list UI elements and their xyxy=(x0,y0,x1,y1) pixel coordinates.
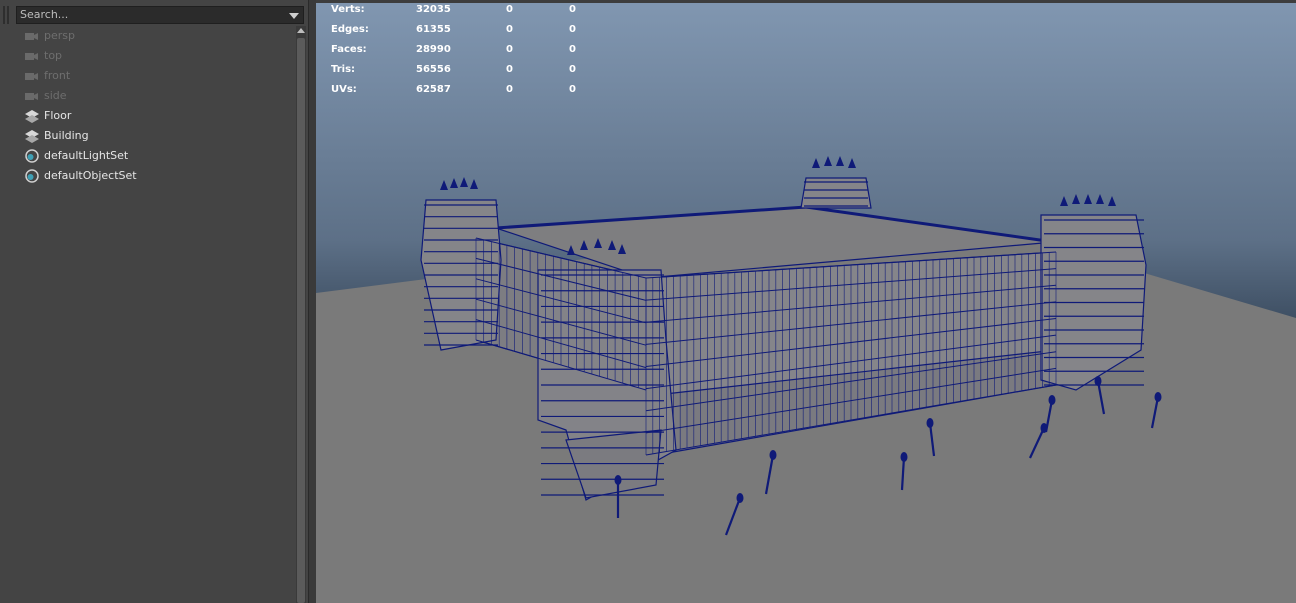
outliner-item-front[interactable]: front xyxy=(0,66,296,86)
mesh-transform-icon xyxy=(25,110,39,123)
3d-viewport[interactable]: Verts: 32035 0 0 Edges: 61355 0 0 Faces:… xyxy=(316,0,1296,603)
hud-tris: 0 xyxy=(569,44,576,55)
viewport-top-strip xyxy=(316,0,1296,3)
hud-value: 62587 xyxy=(416,84,451,95)
search-placeholder: Search... xyxy=(20,8,69,21)
hud-tris: 0 xyxy=(569,24,576,35)
hud-value: 56556 xyxy=(416,64,451,75)
hud-selected: 0 xyxy=(506,24,513,35)
outliner-item-label: Floor xyxy=(44,109,72,122)
hud-label: Edges: xyxy=(331,24,369,35)
outliner-item-defaultobjectset[interactable]: defaultObjectSet xyxy=(0,166,296,186)
panel-grip-icon[interactable] xyxy=(0,4,12,26)
mesh-transform-icon xyxy=(25,130,39,143)
viewport-scene[interactable] xyxy=(316,0,1296,603)
hud-selected: 0 xyxy=(506,84,513,95)
hud-value: 32035 xyxy=(416,4,451,15)
outliner-item-label: defaultObjectSet xyxy=(44,169,137,182)
outliner-panel: Search... persp top front side Floor Bui… xyxy=(0,0,308,603)
hud-value: 28990 xyxy=(416,44,451,55)
hud-label: Tris: xyxy=(331,64,356,75)
hud-tris: 0 xyxy=(569,64,576,75)
outliner-item-label: front xyxy=(44,69,71,82)
object-set-icon xyxy=(25,149,39,163)
hud-tris: 0 xyxy=(569,84,576,95)
hud-label: Faces: xyxy=(331,44,367,55)
hud-selected: 0 xyxy=(506,4,513,15)
outliner-item-persp[interactable]: persp xyxy=(0,26,296,46)
hud-tris: 0 xyxy=(569,4,576,15)
outliner-item-label: top xyxy=(44,49,63,62)
outliner-item-top[interactable]: top xyxy=(0,46,296,66)
hud-label: Verts: xyxy=(331,4,365,15)
outliner-item-label: Building xyxy=(44,129,89,142)
outliner-item-label: persp xyxy=(44,29,75,42)
camera-icon xyxy=(25,73,38,80)
scroll-up-arrow-icon[interactable] xyxy=(297,28,305,33)
outliner-item-defaultlightset[interactable]: defaultLightSet xyxy=(0,146,296,166)
hud-selected: 0 xyxy=(506,64,513,75)
outliner-scrollbar[interactable] xyxy=(296,26,306,603)
camera-icon xyxy=(25,93,38,100)
hud-selected: 0 xyxy=(506,44,513,55)
panel-splitter[interactable] xyxy=(308,0,316,603)
camera-icon xyxy=(25,53,38,60)
scrollbar-thumb[interactable] xyxy=(297,38,305,603)
hud-label: UVs: xyxy=(331,84,357,95)
outliner-list: persp top front side Floor Building defa… xyxy=(0,26,296,186)
outliner-item-floor[interactable]: Floor xyxy=(0,106,296,126)
outliner-item-side[interactable]: side xyxy=(0,86,296,106)
hud-value: 61355 xyxy=(416,24,451,35)
outliner-item-label: defaultLightSet xyxy=(44,149,129,162)
outliner-search-input[interactable]: Search... xyxy=(16,6,304,24)
camera-icon xyxy=(25,33,38,40)
object-set-icon xyxy=(25,169,39,183)
search-dropdown-icon[interactable] xyxy=(289,13,299,19)
outliner-item-building[interactable]: Building xyxy=(0,126,296,146)
outliner-item-label: side xyxy=(44,89,67,102)
